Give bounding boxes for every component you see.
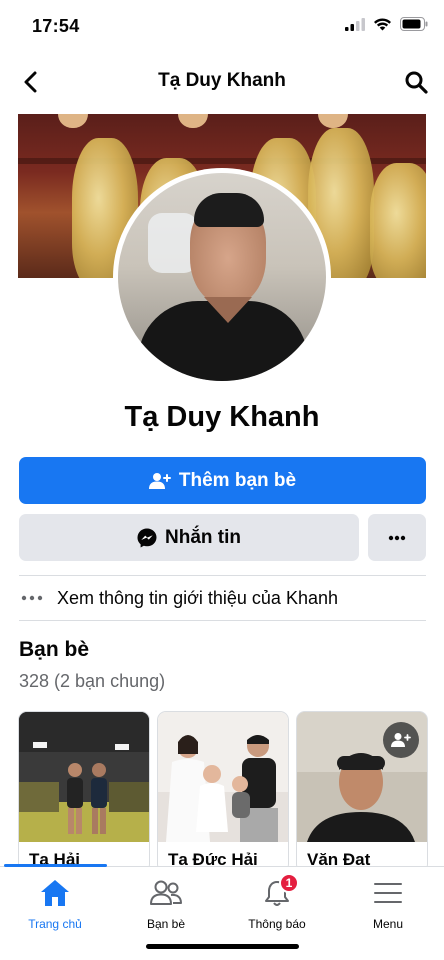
- bell-icon: 1: [259, 873, 299, 909]
- tab-home[interactable]: Trang chủ: [5, 877, 105, 937]
- friends-count: 328 (2 bạn chung): [19, 671, 166, 691]
- status-time: 17:54: [32, 16, 80, 36]
- tab-label: Bạn bè: [146, 917, 186, 931]
- more-options-button[interactable]: [368, 514, 426, 561]
- intro-text: Xem thông tin giới thiệu của Khanh: [57, 587, 338, 608]
- battery-icon: [400, 17, 428, 31]
- tab-label: Thông báo: [248, 917, 306, 931]
- add-friend-icon: [391, 733, 411, 747]
- friend-card[interactable]: Tạ Đức Hải: [158, 712, 288, 872]
- menu-icon: [370, 877, 406, 909]
- more-dots-icon: [21, 595, 43, 601]
- notification-badge: 1: [279, 873, 299, 893]
- home-icon: [37, 877, 73, 909]
- add-friend-button[interactable]: Thêm bạn bè: [19, 457, 426, 504]
- tab-menu[interactable]: Menu: [338, 877, 438, 937]
- divider: [19, 620, 426, 621]
- divider: [19, 575, 426, 576]
- message-label: Nhắn tin: [165, 526, 241, 548]
- nav-title: Tạ Duy Khanh: [158, 70, 286, 91]
- tab-notifications[interactable]: 1 Thông báo: [227, 873, 327, 937]
- message-button[interactable]: Nhắn tin: [19, 514, 359, 561]
- add-friend-badge[interactable]: [383, 722, 419, 758]
- signal-icon: [345, 17, 365, 31]
- profile-name: Tạ Duy Khanh: [124, 401, 320, 433]
- friends-icon: [148, 877, 184, 909]
- tab-friends[interactable]: Bạn bè: [116, 877, 216, 937]
- cover-vase: [370, 163, 426, 278]
- tab-label: Trang chủ: [28, 917, 82, 931]
- cover-lamp: [178, 114, 208, 128]
- status-icons: [345, 17, 428, 31]
- friend-card[interactable]: Tạ Hải: [19, 712, 149, 872]
- friend-photo: [158, 712, 288, 842]
- search-button[interactable]: [402, 68, 430, 96]
- nav-bar: Tạ Duy Khanh: [0, 58, 444, 106]
- search-icon: [405, 71, 428, 94]
- add-friend-icon: [148, 472, 171, 489]
- wifi-icon: [374, 18, 391, 31]
- cover-lamp: [58, 114, 88, 128]
- status-bar: 17:54: [0, 0, 444, 54]
- friend-photo: [19, 712, 149, 842]
- tab-label: Menu: [372, 917, 404, 931]
- profile-avatar[interactable]: [118, 173, 326, 381]
- friend-card[interactable]: Văn Đạt: [297, 712, 427, 872]
- cover-lamp: [318, 114, 348, 128]
- add-friend-label: Thêm bạn bè: [178, 469, 297, 491]
- active-tab-indicator: [4, 864, 107, 867]
- home-indicator: [146, 944, 299, 949]
- messenger-icon: [137, 528, 157, 547]
- more-icon: [388, 535, 406, 540]
- friends-title: Bạn bè: [19, 638, 90, 661]
- avatar-hair: [194, 193, 264, 227]
- intro-row[interactable]: Xem thông tin giới thiệu của Khanh: [19, 580, 426, 616]
